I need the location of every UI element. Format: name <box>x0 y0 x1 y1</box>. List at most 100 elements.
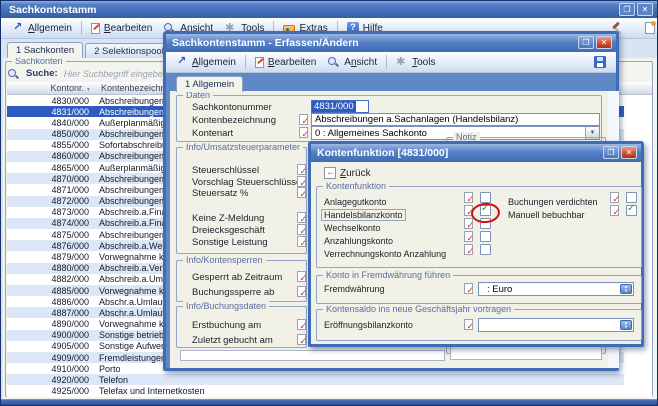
editpage-icon <box>255 57 264 68</box>
dialog-erfassen-title: Sachkontenstamm - Erfassen/Ändern <box>172 37 359 49</box>
edit-check-icon[interactable] <box>297 286 306 297</box>
edit-check-icon[interactable] <box>297 224 306 235</box>
anzahlungskonto-checkbox[interactable] <box>480 231 491 242</box>
kontenfunktion-row: Anlagegutkonto <box>324 192 496 205</box>
menu-item-allgemein[interactable]: Allgemein <box>6 19 78 37</box>
new-page-icon[interactable] <box>645 22 655 34</box>
fremdwaehrung-combo[interactable]: : Euro ▲▼ <box>478 282 634 296</box>
account-number: 4880/000 <box>7 263 93 273</box>
account-number: 4871/000 <box>7 185 93 195</box>
edit-check-icon[interactable] <box>297 334 306 345</box>
partial-field[interactable] <box>180 350 445 361</box>
dialog-menu-item-allgemein[interactable]: Allgemein <box>170 53 242 71</box>
menu-item-bearbeiten-label: Bearbeiten <box>104 23 152 34</box>
account-number: 4882/000 <box>7 274 93 284</box>
manuell-bebuchbar-checkbox[interactable] <box>626 205 637 216</box>
kontenbezeichnung-field[interactable]: Abschreibungen a.Sachanlagen (Handelsbil… <box>311 113 600 126</box>
tab-2-selektionspool[interactable]: 2 Selektionspool <box>85 43 173 58</box>
account-number: 4905/000 <box>7 341 93 351</box>
account-number: 4910/000 <box>7 364 93 374</box>
anlagegutkonto-checkbox[interactable] <box>480 192 491 203</box>
edit-check-icon[interactable] <box>610 192 619 203</box>
search-input[interactable] <box>64 69 176 79</box>
kontenart-value: 0 : Allgemeines Sachkonto <box>312 128 430 139</box>
sachkontonummer-value: 4831/000 <box>312 101 356 112</box>
fremdwaehrung-group-title: Konto in Fremdwährung führen <box>323 270 453 280</box>
save-icon[interactable] <box>594 56 606 68</box>
close-icon[interactable]: ✕ <box>637 3 653 16</box>
table-row[interactable]: 4925/000Telefax und Internetkosten <box>7 385 624 396</box>
account-number: 4855/000 <box>7 140 93 150</box>
sort-arrow-icon: ▼ <box>86 87 91 93</box>
fremdwaehrung-label: Fremdwährung <box>324 284 385 294</box>
dialog-menu-item-bearbeiten[interactable]: Bearbeiten <box>249 53 322 71</box>
arrow-icon <box>12 22 24 34</box>
steuerschlüssel-label: Steuerschlüssel <box>192 165 259 176</box>
tab-allgemein[interactable]: 1 Allgemein <box>176 76 243 92</box>
edit-check-icon[interactable] <box>297 319 306 330</box>
dreiecksgeschäft-label: Dreiecksgeschäft <box>192 225 265 236</box>
account-number: 4873/000 <box>7 207 93 217</box>
close-icon[interactable]: ✕ <box>621 146 637 159</box>
edit-check-icon[interactable] <box>464 244 473 255</box>
menu-separator <box>81 21 82 35</box>
window-bottom-border <box>1 399 657 405</box>
buchungen-verdichten-checkbox[interactable] <box>626 192 637 203</box>
dialog-menu-item-ansicht[interactable]: Ansicht <box>322 53 383 71</box>
sachkontonummer-field[interactable]: 4831/000 <box>311 100 369 113</box>
account-number: 4925/000 <box>7 386 93 396</box>
edit-check-icon[interactable] <box>464 192 473 203</box>
account-number: 4909/000 <box>7 353 93 363</box>
edit-check-icon[interactable] <box>297 236 306 247</box>
search-label: Suche: <box>26 68 58 79</box>
zuletzt-gebucht-am-label: Zuletzt gebucht am <box>192 335 273 346</box>
account-number: 4920/000 <box>7 375 93 385</box>
tab-1-sachkonten[interactable]: 1 Sachkonten <box>7 42 83 58</box>
table-row[interactable]: 4920/000Telefon <box>7 374 624 385</box>
arrow-icon <box>176 56 188 68</box>
editpage-icon <box>91 23 100 34</box>
maximize-icon[interactable]: ❐ <box>578 36 594 49</box>
back-button-label: Zurück <box>340 168 371 179</box>
restore-button[interactable]: ❐ <box>619 3 635 16</box>
edit-check-icon[interactable] <box>297 212 306 223</box>
menu-item-allgemein-label: Allgemein <box>28 23 72 34</box>
manuell-bebuchbar-label: Manuell bebuchbar <box>508 210 585 220</box>
edit-check-icon[interactable] <box>464 319 473 330</box>
dialog-erfassen-titlebar: Sachkontenstamm - Erfassen/Ändern ❐ ✕ <box>166 34 616 52</box>
account-number: 4830/000 <box>7 96 93 106</box>
edit-check-icon[interactable] <box>299 114 308 125</box>
kontenfunktion-row: Verrechnungskonto Anzahlung <box>324 244 496 257</box>
edit-check-icon[interactable] <box>464 283 473 294</box>
kontensperren-group-title: Info/Kontensperren <box>183 255 266 265</box>
eroeffnungsbilanzkonto-combo[interactable]: ▲▼ <box>478 318 634 332</box>
close-icon[interactable]: ✕ <box>596 36 612 49</box>
account-number: 4850/000 <box>7 129 93 139</box>
dialog-menu-item-tools[interactable]: Tools <box>390 53 441 71</box>
edit-check-icon[interactable] <box>610 205 619 216</box>
edit-check-icon[interactable] <box>464 231 473 242</box>
edit-check-icon[interactable] <box>299 127 308 138</box>
account-number: 4870/000 <box>7 174 93 184</box>
spinner-icon[interactable]: ▲▼ <box>620 284 632 294</box>
kontenart-label: Kontenart <box>192 128 233 139</box>
account-number: 4865/000 <box>7 163 93 173</box>
dialog-menu-item-bearbeiten-label: Bearbeiten <box>268 57 316 68</box>
edit-check-icon[interactable] <box>464 218 473 229</box>
back-button[interactable]: Zurück <box>318 164 377 182</box>
dialog-menu-item-allgemein-label: Allgemein <box>192 57 236 68</box>
edit-check-icon[interactable] <box>297 176 306 187</box>
verrechnungskonto-anzahlung-checkbox[interactable] <box>480 244 491 255</box>
menu-item-bearbeiten[interactable]: Bearbeiten <box>85 19 158 37</box>
maximize-icon[interactable]: ❐ <box>603 146 619 159</box>
account-number: 4831/000 <box>7 107 93 117</box>
kontenfunktion-right-column: Buchungen verdichtenManuell bebuchbar <box>508 192 640 218</box>
spinner-icon[interactable]: ▲▼ <box>620 320 632 330</box>
column-header-kontonr[interactable]: Kontonr.▼ <box>7 83 93 93</box>
edit-check-icon[interactable] <box>297 187 306 198</box>
main-window-title: Sachkontostamm <box>9 4 97 16</box>
edit-check-icon[interactable] <box>297 271 306 282</box>
edit-check-icon[interactable] <box>297 164 306 175</box>
buchungssperre-ab-label: Buchungssperre ab <box>192 287 274 298</box>
magnifier-icon <box>328 56 340 68</box>
